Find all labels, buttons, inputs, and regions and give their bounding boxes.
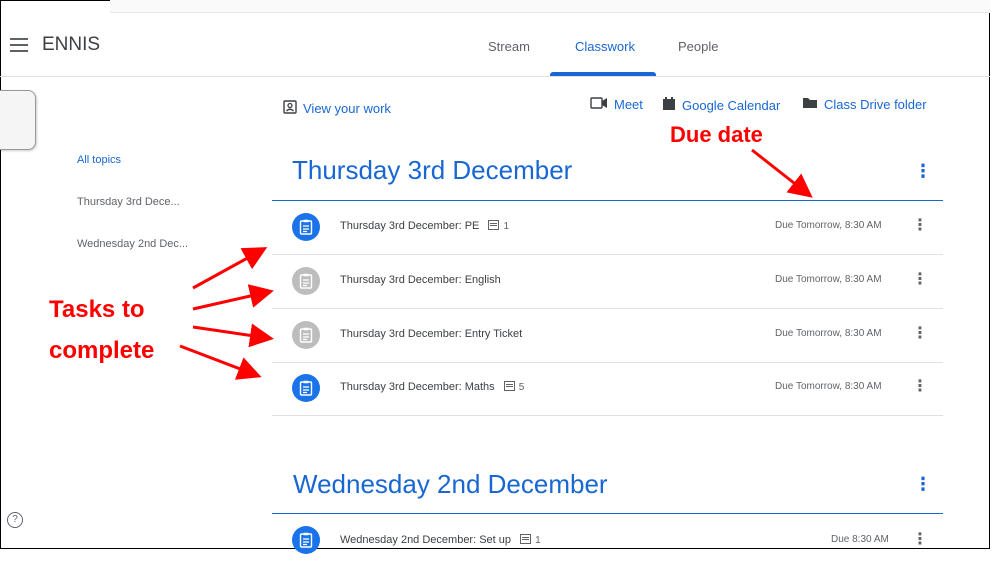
arrow-to-task-2 — [192, 284, 274, 311]
arrow-to-due-date — [751, 148, 813, 198]
annotation-arrows — [179, 148, 813, 380]
arrow-to-task-1 — [192, 247, 268, 290]
arrow-to-task-3 — [192, 323, 274, 348]
arrow-to-task-4 — [179, 344, 262, 380]
